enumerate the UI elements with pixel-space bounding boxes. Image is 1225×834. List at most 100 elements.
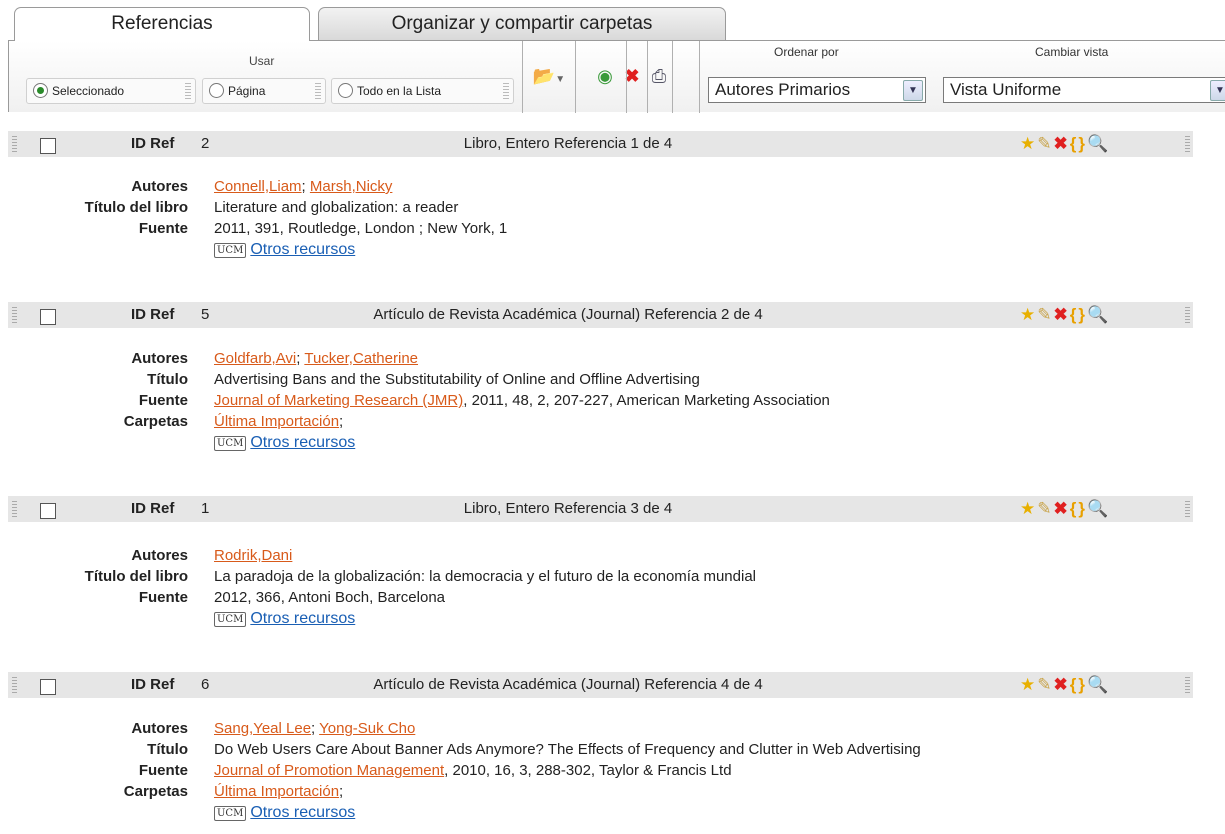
print-button[interactable]: ⎙: [646, 65, 672, 87]
edit-icon[interactable]: ✎: [1037, 134, 1053, 153]
folder-link[interactable]: Última Importación: [214, 413, 339, 430]
reference-checkbox[interactable]: [40, 309, 56, 325]
reference-header: ID Ref 5 Artículo de Revista Académica (…: [8, 302, 1193, 328]
delete-icon[interactable]: ✖: [1054, 675, 1070, 694]
other-resources-row: UCM Otros recursos: [0, 804, 1225, 824]
tab-referencias[interactable]: Referencias: [14, 7, 310, 41]
field-autores: Autores Rodrik,Dani: [0, 547, 1225, 567]
search-icon[interactable]: 🔍: [1087, 134, 1110, 153]
radio-icon[interactable]: [338, 83, 353, 98]
field-carpetas: Carpetas Última Importación;: [0, 783, 1225, 803]
delete-button[interactable]: ✖: [620, 65, 644, 87]
reference-checkbox[interactable]: [40, 503, 56, 519]
field-value: 2012, 366, Antoni Boch, Barcelona: [214, 589, 446, 606]
radio-selected-icon[interactable]: [33, 83, 48, 98]
author-link[interactable]: Goldfarb,Avi: [214, 350, 296, 367]
field-titulo: Título del libro Literature and globaliz…: [0, 199, 1225, 219]
add-star-icon[interactable]: ★: [1020, 675, 1037, 694]
field-value: Literature and globalization: a reader: [214, 199, 459, 216]
field-label: Autores: [131, 178, 188, 195]
braces-icon[interactable]: {}: [1070, 134, 1087, 153]
divider: [647, 41, 648, 113]
otros-recursos-link[interactable]: Otros recursos: [250, 610, 355, 627]
grip-icon: [503, 83, 509, 99]
search-icon[interactable]: 🔍: [1087, 305, 1110, 324]
sort-select[interactable]: Autores Primarios ▼: [708, 77, 926, 103]
ucm-logo: UCM: [214, 612, 247, 627]
radio-pagina-label: Página: [228, 84, 266, 98]
author-link[interactable]: Tucker,Catherine: [304, 350, 418, 367]
field-label: Título del libro: [84, 568, 188, 585]
braces-icon[interactable]: {}: [1070, 499, 1087, 518]
pencil-globe-icon: ◉: [597, 66, 613, 86]
search-icon[interactable]: 🔍: [1087, 499, 1110, 518]
braces-icon[interactable]: {}: [1070, 305, 1087, 324]
add-star-icon[interactable]: ★: [1020, 499, 1037, 518]
reference-actions: ★✎✖{}🔍: [1020, 499, 1110, 519]
add-star-icon[interactable]: ★: [1020, 134, 1037, 153]
idref-label: ID Ref: [131, 306, 175, 323]
field-value: La paradoja de la globalización: la demo…: [214, 568, 756, 585]
otros-recursos-link[interactable]: Otros recursos: [250, 434, 355, 451]
radio-pagina[interactable]: Página: [202, 78, 326, 104]
reference-checkbox[interactable]: [40, 138, 56, 154]
radio-seleccionado-label: Seleccionado: [52, 84, 125, 98]
tab-organizar-carpetas[interactable]: Organizar y compartir carpetas: [318, 7, 726, 40]
folder-link[interactable]: Última Importación: [214, 783, 339, 800]
ucm-logo: UCM: [214, 436, 247, 451]
edit-icon[interactable]: ✎: [1037, 675, 1053, 694]
field-autores: Autores Goldfarb,Avi; Tucker,Catherine: [0, 350, 1225, 370]
grip-icon: [1185, 307, 1190, 323]
radio-todo-lista[interactable]: Todo en la Lista: [331, 78, 514, 104]
divider: [672, 41, 673, 113]
reference-checkbox[interactable]: [40, 679, 56, 695]
field-titulo: Título Advertising Bans and the Substitu…: [0, 371, 1225, 391]
separator: ;: [301, 178, 306, 195]
other-resources-row: UCM Otros recursos: [0, 610, 1225, 630]
view-select[interactable]: Vista Uniforme ▼: [943, 77, 1225, 103]
reference-header: ID Ref 1 Libro, Entero Referencia 3 de 4…: [8, 496, 1193, 522]
field-value: Journal of Marketing Research (JMR), 201…: [214, 392, 830, 409]
delete-icon[interactable]: ✖: [1054, 305, 1070, 324]
author-link[interactable]: Rodrik,Dani: [214, 547, 292, 564]
grip-icon: [1185, 136, 1190, 152]
field-label: Fuente: [138, 589, 188, 606]
field-value: 2011, 391, Routledge, London ; New York,…: [214, 220, 508, 237]
field-label: Carpetas: [123, 783, 188, 800]
folder-add-button[interactable]: 📂▼: [527, 65, 571, 87]
reference-actions: ★✎✖{}🔍: [1020, 305, 1110, 325]
otros-recursos-link[interactable]: Otros recursos: [250, 241, 355, 258]
field-value: Goldfarb,Avi; Tucker,Catherine: [214, 350, 418, 367]
divider: [626, 41, 627, 113]
reference-description: Libro, Entero Referencia 1 de 4: [463, 135, 673, 152]
field-label: Título del libro: [84, 199, 188, 216]
add-star-icon[interactable]: ★: [1020, 305, 1037, 324]
chevron-down-icon: ▼: [555, 74, 566, 85]
source-details: , 2011, 48, 2, 207-227, American Marketi…: [463, 392, 830, 409]
ucm-logo: UCM: [214, 806, 247, 821]
edit-icon[interactable]: ✎: [1037, 499, 1053, 518]
chevron-down-icon[interactable]: ▼: [1210, 80, 1225, 101]
author-link[interactable]: Yong-Suk Cho: [319, 720, 415, 737]
grip-icon: [12, 307, 17, 323]
radio-icon[interactable]: [209, 83, 224, 98]
edit-icon[interactable]: ✎: [1037, 305, 1053, 324]
delete-icon[interactable]: ✖: [1054, 499, 1070, 518]
journal-link[interactable]: Journal of Marketing Research (JMR): [214, 392, 463, 409]
grip-icon: [12, 501, 17, 517]
chevron-down-icon[interactable]: ▼: [903, 80, 923, 101]
edit-tags-button[interactable]: ◉: [592, 65, 618, 87]
grip-icon: [12, 136, 17, 152]
otros-recursos-link[interactable]: Otros recursos: [250, 804, 355, 821]
author-link[interactable]: Connell,Liam: [214, 178, 302, 195]
author-link[interactable]: Sang,Yeal Lee: [214, 720, 311, 737]
field-value: Advertising Bans and the Substitutabilit…: [214, 371, 700, 388]
radio-seleccionado[interactable]: Seleccionado: [26, 78, 196, 104]
search-icon[interactable]: 🔍: [1087, 675, 1110, 694]
field-label: Autores: [131, 720, 188, 737]
braces-icon[interactable]: {}: [1070, 675, 1087, 694]
field-carpetas: Carpetas Última Importación;: [0, 413, 1225, 433]
author-link[interactable]: Marsh,Nicky: [310, 178, 393, 195]
journal-link[interactable]: Journal of Promotion Management: [214, 762, 444, 779]
delete-icon[interactable]: ✖: [1054, 134, 1070, 153]
